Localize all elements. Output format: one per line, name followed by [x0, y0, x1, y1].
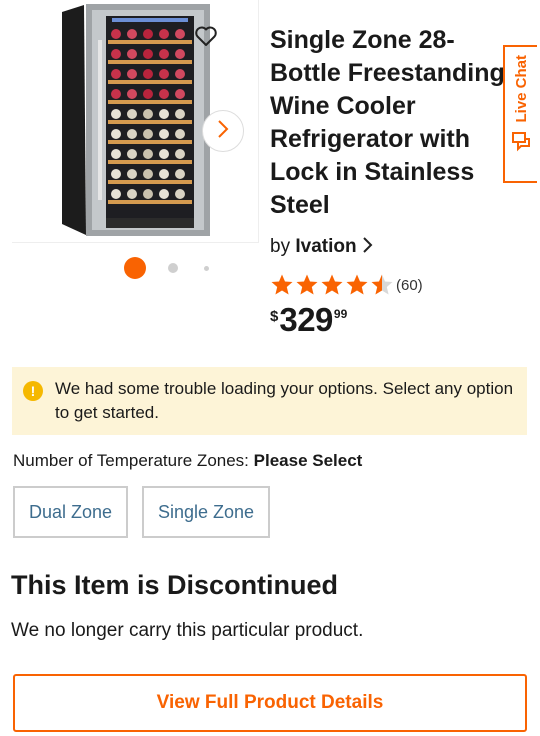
brand-link[interactable]: by Ivation: [270, 236, 374, 258]
brand-name: Ivation: [295, 236, 357, 257]
gallery-dot-1[interactable]: [124, 257, 146, 279]
view-full-details-button[interactable]: View Full Product Details: [13, 674, 527, 732]
price-whole: 329: [279, 301, 333, 338]
chevron-right-icon: [362, 236, 374, 257]
gallery-dot-2[interactable]: [168, 263, 178, 273]
warning-icon: !: [23, 381, 43, 401]
chevron-right-icon: [216, 119, 230, 144]
price-cents: 99: [333, 307, 348, 321]
chat-bubble-icon: [511, 131, 531, 158]
star-icon: [320, 273, 344, 302]
price-currency: $: [270, 308, 279, 325]
live-chat-tab[interactable]: Live Chat: [503, 45, 537, 183]
star-icon: [370, 273, 394, 302]
star-icon: [295, 273, 319, 302]
star-rating[interactable]: [270, 273, 394, 302]
gallery-dot-3[interactable]: [204, 266, 209, 271]
favorite-heart-icon[interactable]: [194, 24, 218, 48]
temperature-zones-label: Number of Temperature Zones: Please Sele…: [13, 451, 362, 471]
price: $ 329 99: [270, 300, 347, 340]
star-icon: [345, 273, 369, 302]
discontinued-title: This Item is Discontinued: [11, 570, 339, 600]
next-image-button[interactable]: [202, 110, 244, 152]
product-title: Single Zone 28- Bottle Freestanding Wine…: [270, 26, 505, 219]
option-selected-value: Please Select: [253, 451, 363, 470]
discontinued-text: We no longer carry this particular produ…: [11, 620, 364, 641]
option-dual-zone[interactable]: Dual Zone: [13, 486, 128, 538]
live-chat-label: Live Chat: [512, 55, 530, 123]
star-icon: [270, 273, 294, 302]
warning-text: We had some trouble loading your options…: [55, 379, 514, 422]
review-count[interactable]: (60): [396, 277, 423, 294]
option-single-zone[interactable]: Single Zone: [142, 486, 270, 538]
option-label: Number of Temperature Zones:: [13, 451, 249, 470]
by-label: by: [270, 236, 291, 257]
